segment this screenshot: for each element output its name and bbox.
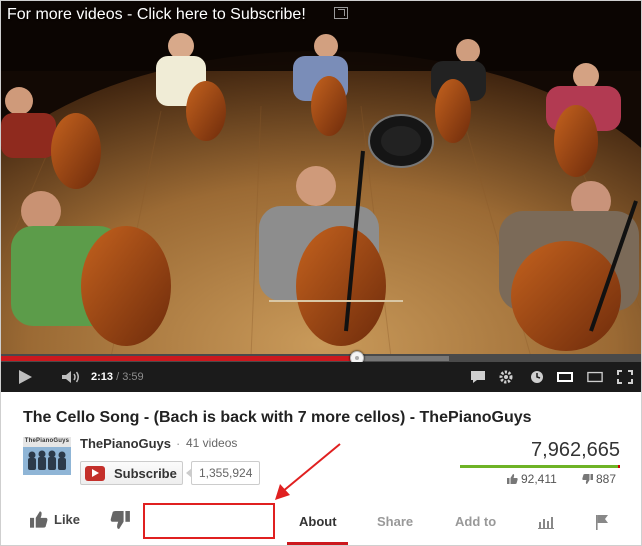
- tab-about[interactable]: About: [299, 514, 337, 529]
- current-time: 2:13: [91, 371, 114, 383]
- progress-bar[interactable]: [1, 351, 641, 365]
- youtube-icon: [85, 466, 105, 481]
- channel-name-link[interactable]: ThePianoGuys: [80, 436, 171, 451]
- annotation-subscribe-link[interactable]: For more videos - Click here to Subscrib…: [7, 6, 306, 24]
- stats-icon[interactable]: [538, 515, 554, 529]
- subscriber-count: 1,355,924: [185, 461, 261, 485]
- thumbs-up-icon: [507, 474, 518, 484]
- popout-icon[interactable]: [334, 7, 348, 19]
- subscribe-label: Subscribe: [114, 466, 177, 481]
- time-separator: /: [116, 371, 120, 383]
- tab-add-to[interactable]: Add to: [455, 514, 496, 529]
- video-frame: [1, 1, 641, 357]
- view-count: 7,962,665: [531, 439, 620, 461]
- annotation-arrow: [275, 443, 341, 500]
- dislike-count-value: 887: [596, 472, 617, 486]
- like-label: Like: [54, 512, 81, 527]
- flag-icon[interactable]: [595, 514, 609, 530]
- watch-later-icon[interactable]: [529, 370, 545, 384]
- tab-share[interactable]: Share: [377, 514, 413, 529]
- thumbs-down-icon: [582, 474, 593, 484]
- channel-avatar[interactable]: ThePianoGuys: [23, 437, 71, 475]
- thumbs-down-icon[interactable]: [110, 511, 130, 529]
- fullscreen-icon[interactable]: [617, 370, 633, 384]
- like-dislike-ratio-bar: [460, 465, 620, 468]
- duration: 3:59: [122, 371, 144, 383]
- like-ratio-fill: [460, 465, 619, 468]
- tab-about-underline: [287, 542, 348, 545]
- play-icon[interactable]: [19, 370, 32, 384]
- volume-icon[interactable]: [61, 370, 81, 384]
- video-player[interactable]: For more videos - Click here to Subscrib…: [1, 1, 641, 357]
- captions-icon[interactable]: [470, 370, 486, 384]
- channel-avatar-brand: ThePianoGuys: [24, 438, 70, 444]
- subscribe-button[interactable]: Subscribe: [80, 461, 183, 485]
- like-count-value: 92,411: [521, 472, 557, 486]
- time-display: 2:13 / 3:59: [91, 371, 144, 383]
- like-count: 92,411: [507, 472, 557, 486]
- player-controls: 2:13 / 3:59: [1, 362, 641, 392]
- progress-played: [1, 356, 357, 361]
- video-title: The Cello Song - (Bach is back with 7 mo…: [23, 409, 532, 426]
- annotation-highlight-box: [143, 503, 275, 539]
- dislike-count: 887: [582, 472, 616, 486]
- thumbs-up-icon: [30, 511, 48, 528]
- settings-icon[interactable]: [498, 370, 514, 384]
- small-player-icon[interactable]: [557, 370, 573, 384]
- channel-separator: ·: [176, 436, 181, 451]
- large-player-icon[interactable]: [587, 370, 603, 384]
- channel-video-count[interactable]: 41 videos: [186, 436, 237, 450]
